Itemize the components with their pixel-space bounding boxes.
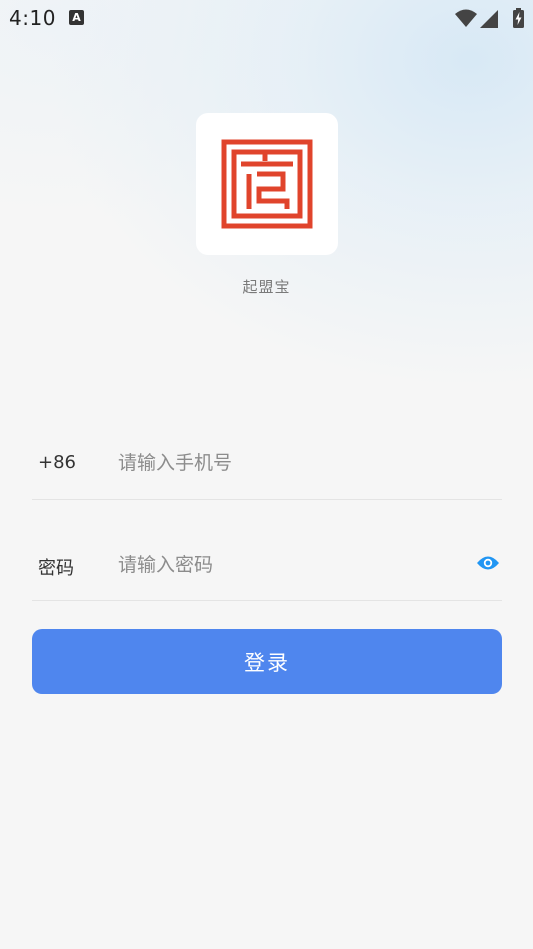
app-logo xyxy=(196,113,338,255)
login-button[interactable]: 登录 xyxy=(32,629,502,694)
seal-logo-icon xyxy=(221,139,313,229)
status-time: 4:10 xyxy=(9,6,56,30)
cell-signal-icon xyxy=(480,10,498,28)
country-code-label[interactable]: +86 xyxy=(38,452,76,473)
password-row: 密码 xyxy=(32,514,502,601)
phone-row: +86 xyxy=(32,412,502,500)
password-input[interactable] xyxy=(118,550,448,580)
notification-a-icon: A xyxy=(69,10,84,25)
status-bar: 4:10 A xyxy=(0,0,533,36)
battery-charging-icon xyxy=(513,8,524,28)
app-name: 起盟宝 xyxy=(242,278,291,296)
password-label: 密码 xyxy=(38,558,74,579)
eye-icon[interactable] xyxy=(476,554,500,572)
phone-input[interactable] xyxy=(118,448,448,478)
wifi-icon xyxy=(455,9,477,27)
status-icons xyxy=(455,6,525,30)
